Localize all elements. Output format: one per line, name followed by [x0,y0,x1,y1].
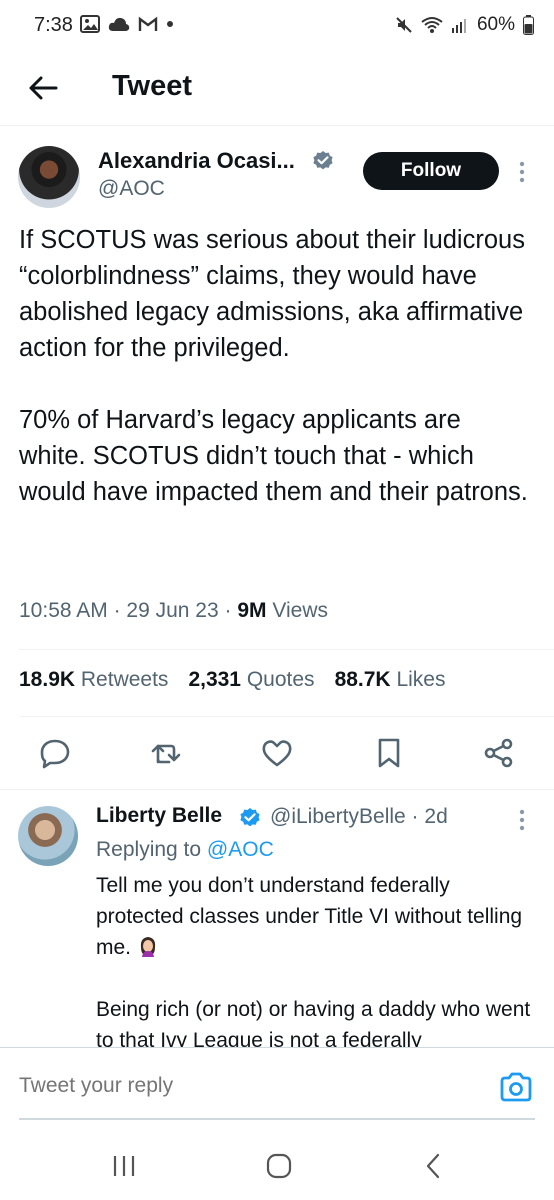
reply-input[interactable] [19,1074,459,1098]
reply-author-handle[interactable]: @iLibertyBelle [270,805,406,828]
divider [19,716,554,717]
likes-label: Likes [396,668,446,691]
reply-text-continued: Being rich (or not) or having a daddy wh… [96,998,531,1052]
replying-to-link[interactable]: @AOC [207,838,274,861]
author-name[interactable]: Alexandria Ocasi... [98,148,295,174]
notification-icons [80,15,174,33]
engagement-stats: 18.9K Retweets 2,331 Quotes 88.7K Likes [19,668,445,692]
follow-button[interactable]: Follow [363,152,499,190]
system-navigation-bar [0,1126,554,1200]
reply-composer [0,1047,554,1119]
nav-back-icon[interactable] [418,1150,450,1182]
retweet-icon[interactable] [149,736,183,770]
back-arrow-icon[interactable] [26,70,62,106]
author-handle[interactable]: @AOC [98,177,165,201]
recent-apps-icon[interactable] [108,1150,140,1182]
battery-icon [523,15,534,35]
likes-count: 88.7K [334,668,391,691]
tweet-body: If SCOTUS was serious about their ludicr… [19,226,528,506]
signal-icon [451,19,466,33]
replying-prefix: Replying to [96,838,202,861]
retweets-stat[interactable]: 18.9K Retweets [19,668,168,692]
more-options-icon[interactable] [512,806,532,834]
camera-icon[interactable] [499,1072,533,1102]
battery-percent: 60% [476,14,515,35]
retweets-label: Retweets [80,668,169,691]
divider [19,649,554,650]
top-app-bar: Tweet [0,54,554,126]
gallery-icon [80,15,100,33]
like-heart-icon[interactable] [260,736,294,770]
verified-badge-icon[interactable] [239,807,261,829]
gmail-icon [138,16,158,31]
status-bar: 7:38 60% [0,0,554,54]
retweets-count: 18.9K [19,668,76,691]
tweet-meta: 10:58 AM · 29 Jun 23 · 9M Views [19,599,328,622]
divider [0,789,554,790]
views-count[interactable]: 9M [237,599,266,622]
system-icons: 60% [395,14,534,36]
reply-text: Tell me you don’t understand federally p… [96,874,523,959]
tweet-actions [0,730,554,776]
status-time: 7:38 [34,14,73,36]
share-icon[interactable] [482,736,516,770]
author-avatar[interactable] [18,146,80,208]
tweet-date[interactable]: 29 Jun 23 [126,599,218,622]
quotes-stat[interactable]: 2,331 Quotes [188,668,314,692]
replying-to-line: Replying to @AOC [96,838,274,862]
verified-badge-icon[interactable] [312,150,334,172]
cloud-icon [108,17,130,31]
composer-underline [19,1118,535,1120]
reply-age: 2d [424,805,448,828]
bookmark-icon[interactable] [372,736,406,770]
reply-icon[interactable] [38,736,72,770]
quotes-label: Quotes [246,668,315,691]
likes-stat[interactable]: 88.7K Likes [335,668,446,692]
page-title: Tweet [112,70,193,102]
wifi-icon [421,17,443,33]
dot-icon [167,21,173,27]
reply-handle-and-age: @iLibertyBelle · 2d [270,805,448,828]
more-options-icon[interactable] [512,158,532,186]
reply-author-avatar[interactable] [18,806,78,866]
reply-body: Tell me you don’t understand federally p… [96,870,536,1056]
mute-icon [396,17,412,33]
tweet-time[interactable]: 10:58 AM [19,599,108,622]
reply-author-name[interactable]: Liberty Belle [96,804,222,828]
home-icon[interactable] [263,1150,295,1182]
woman-facepalm-emoji-icon [140,937,155,957]
quotes-count: 2,331 [188,668,241,691]
views-label[interactable]: Views [272,599,328,622]
